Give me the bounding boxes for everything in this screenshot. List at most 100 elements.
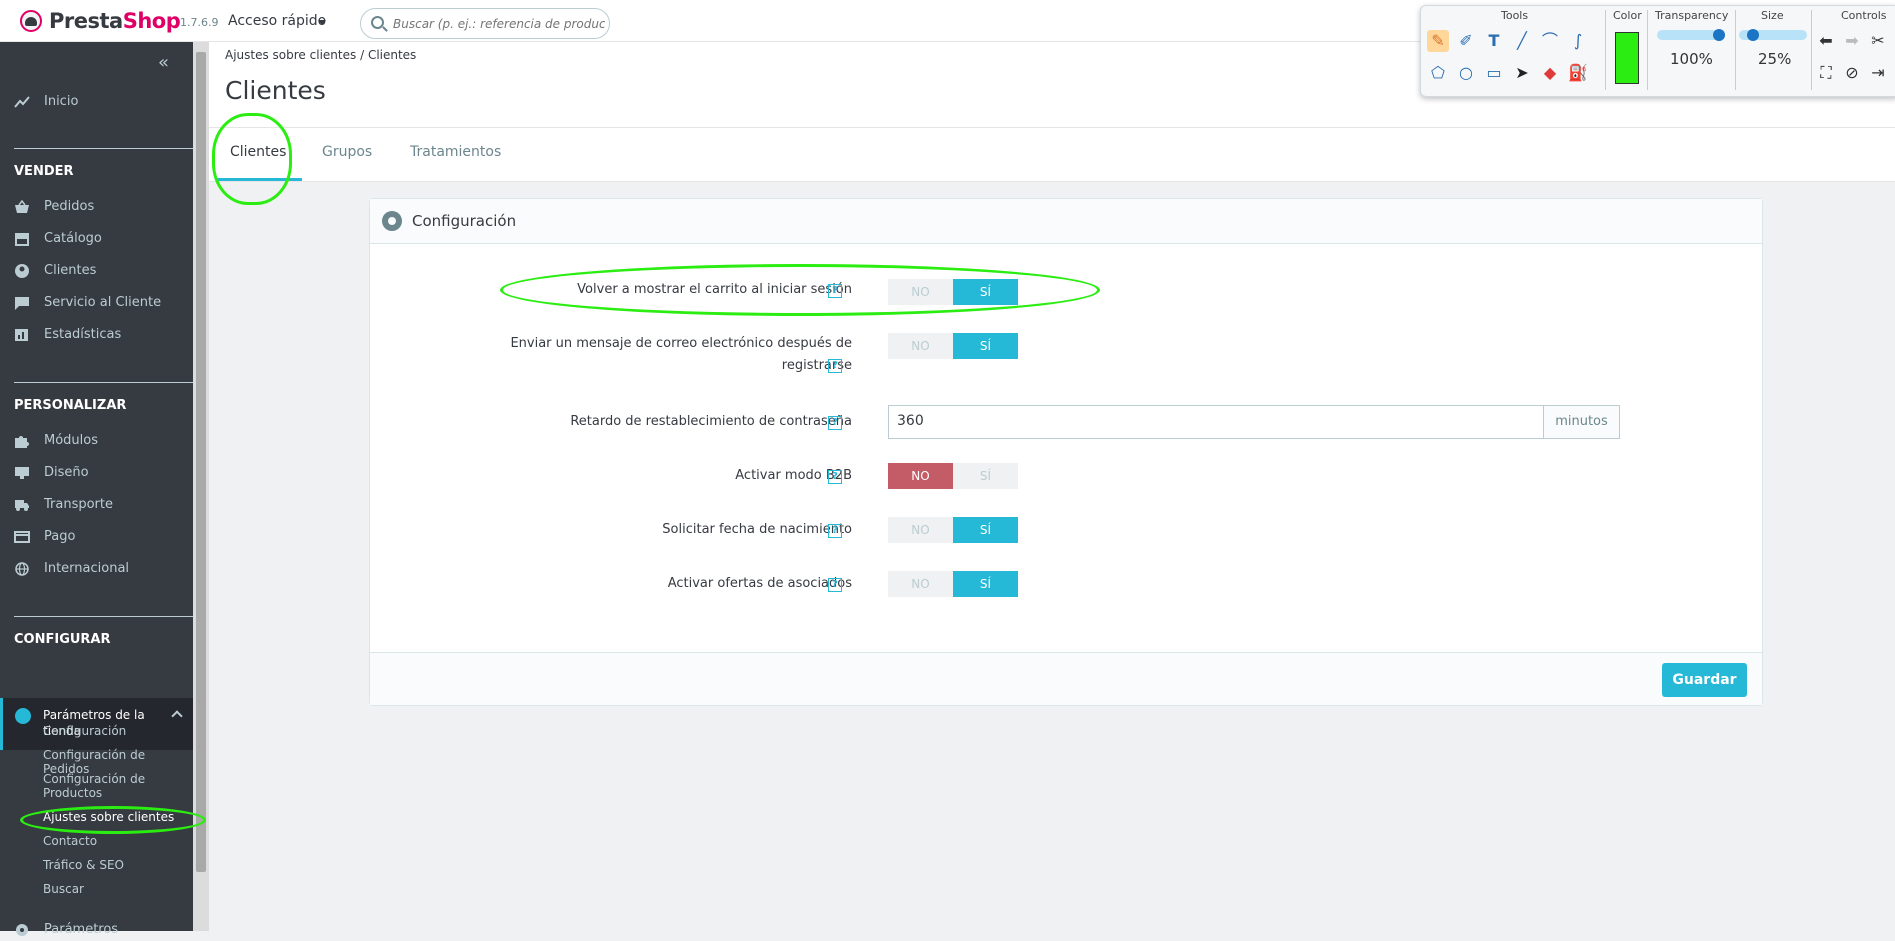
help-icon[interactable]: ? xyxy=(828,524,842,538)
help-icon[interactable]: ? xyxy=(828,359,842,373)
search-icon[interactable] xyxy=(371,16,384,29)
chevron-up-icon[interactable] xyxy=(171,710,183,722)
fill-icon[interactable]: ⛽ xyxy=(1567,62,1589,84)
sidebar-item-catalogo[interactable]: Catálogo xyxy=(14,231,102,246)
caret-down-icon[interactable] xyxy=(318,20,326,25)
screenshot-icon[interactable]: ⛶ xyxy=(1815,62,1837,84)
field-label-wrap: Enviar un mensaje de correo electrónico … xyxy=(370,333,852,377)
sidebar-item-label: Catálogo xyxy=(44,231,102,246)
sidebar-subitem-contacto[interactable]: Contacto xyxy=(43,834,97,848)
toggle-no[interactable]: NO xyxy=(888,571,953,597)
undo-icon[interactable]: ⬅ xyxy=(1815,30,1837,52)
sidebar-item-pedidos[interactable]: Pedidos xyxy=(14,199,94,214)
redo-icon[interactable]: ➡ xyxy=(1841,30,1863,52)
logo-presta: Presta xyxy=(49,9,123,33)
bar-chart-icon xyxy=(14,328,30,342)
sidebar-subitem-trafico-seo[interactable]: Tráfico & SEO xyxy=(43,858,124,872)
slider-knob[interactable] xyxy=(1747,29,1759,41)
sidebar-subitem-config-productos[interactable]: Configuración de Productos xyxy=(43,772,145,800)
divider xyxy=(1735,10,1736,90)
toggle-no[interactable]: NO xyxy=(888,333,953,359)
toggle-b2b[interactable]: NO SÍ xyxy=(888,463,1018,489)
prestashop-logo-icon[interactable] xyxy=(20,10,42,32)
slider-knob[interactable] xyxy=(1713,29,1725,41)
breadcrumb-separator: / xyxy=(360,48,365,62)
collapse-sidebar-icon[interactable]: « xyxy=(158,52,169,73)
sidebar-item-parametros[interactable]: Parámetros xyxy=(14,922,118,937)
text-icon[interactable]: T xyxy=(1483,30,1505,52)
help-icon[interactable]: ? xyxy=(828,470,842,484)
divider xyxy=(1811,10,1812,90)
sidebar-subitem-configuracion[interactable]: Configuración xyxy=(43,724,126,738)
truck-icon xyxy=(14,498,30,512)
rectangle-icon[interactable]: ▭ xyxy=(1483,62,1505,84)
toggle-send-email[interactable]: NO SÍ xyxy=(888,333,1018,359)
sidebar-scrollbar[interactable] xyxy=(193,42,209,931)
logo-text[interactable]: PrestaShop xyxy=(49,9,181,33)
color-swatch[interactable] xyxy=(1615,32,1639,84)
user-circle-icon xyxy=(14,263,30,278)
quick-access-dropdown[interactable]: Acceso rápido xyxy=(228,13,326,29)
field-label-wrap: Activar modo B2B xyxy=(370,465,852,487)
toggle-birthday[interactable]: NO SÍ xyxy=(888,517,1018,543)
field-label: Solicitar fecha de nacimiento xyxy=(662,522,852,537)
toggle-partner-offers[interactable]: NO SÍ xyxy=(888,571,1018,597)
sidebar-item-modulos[interactable]: Módulos xyxy=(14,433,98,448)
transparency-slider[interactable] xyxy=(1657,29,1725,41)
pencil-icon[interactable]: ✎ xyxy=(1427,30,1449,52)
breadcrumb-parent[interactable]: Ajustes sobre clientes xyxy=(225,48,356,62)
search-box[interactable] xyxy=(360,8,610,39)
help-icon[interactable]: ? xyxy=(828,578,842,592)
sidebar-item-diseno[interactable]: Diseño xyxy=(14,465,89,480)
sidebar-heading-personalizar: PERSONALIZAR xyxy=(14,398,127,413)
sidebar-item-pago[interactable]: Pago xyxy=(14,529,75,544)
toggle-yes[interactable]: SÍ xyxy=(953,517,1018,543)
clear-icon[interactable]: ✂ xyxy=(1867,30,1889,52)
password-delay-input[interactable]: 360 xyxy=(888,405,1544,439)
sidebar-item-label: Estadísticas xyxy=(44,327,122,342)
marker-icon[interactable]: ✐ xyxy=(1455,30,1477,52)
tab-grupos[interactable]: Grupos xyxy=(322,144,372,160)
panel-header: Configuración xyxy=(370,199,1762,244)
sidebar-item-label: Diseño xyxy=(44,465,89,480)
sidebar-item-internacional[interactable]: Internacional xyxy=(14,561,129,576)
size-slider[interactable] xyxy=(1739,29,1807,41)
highlight-tab-circle xyxy=(212,113,292,205)
save-button[interactable]: Guardar xyxy=(1662,663,1747,697)
tab-tratamientos[interactable]: Tratamientos xyxy=(410,144,501,160)
polygon-icon[interactable]: ⬠ xyxy=(1427,62,1449,84)
annotation-toolbox: Tools Color Transparency Size Controls ✎… xyxy=(1420,5,1895,97)
sidebar-subitem-buscar[interactable]: Buscar xyxy=(43,882,84,896)
sidebar-item-clientes[interactable]: Clientes xyxy=(14,263,96,278)
toggle-yes[interactable]: SÍ xyxy=(953,571,1018,597)
sidebar-item-transporte[interactable]: Transporte xyxy=(14,497,113,512)
curve-icon[interactable]: ⌒ xyxy=(1539,30,1561,52)
exit-icon[interactable]: ⇥ xyxy=(1867,62,1889,84)
transparency-value: 100% xyxy=(1670,50,1713,68)
gear-icon xyxy=(382,211,402,231)
label-line-2: Productos xyxy=(43,786,103,800)
toggle-no[interactable]: NO xyxy=(888,463,953,489)
sidebar-item-inicio[interactable]: Inicio xyxy=(14,94,78,109)
puzzle-icon xyxy=(14,434,30,448)
eraser-icon[interactable]: ◆ xyxy=(1539,62,1561,84)
sidebar-item-label: Internacional xyxy=(44,561,130,576)
panel-footer: Guardar xyxy=(370,652,1762,705)
highlight-field-ellipse xyxy=(500,264,1100,316)
help-icon[interactable]: ? xyxy=(828,416,842,430)
hide-icon[interactable]: ⊘ xyxy=(1841,62,1863,84)
sidebar-item-estadisticas[interactable]: Estadísticas xyxy=(14,327,121,342)
line-icon[interactable]: ╱ xyxy=(1511,30,1533,52)
field-label: Activar ofertas de asociados xyxy=(667,576,852,591)
freehand-icon[interactable]: ∫ xyxy=(1567,30,1589,52)
size-value: 25% xyxy=(1758,50,1792,68)
search-input[interactable] xyxy=(393,15,605,33)
scrollbar-thumb[interactable] xyxy=(196,52,206,872)
card-icon xyxy=(14,530,30,544)
sidebar-item-servicio[interactable]: Servicio al Cliente xyxy=(14,295,161,310)
toggle-yes[interactable]: SÍ xyxy=(953,333,1018,359)
toggle-no[interactable]: NO xyxy=(888,517,953,543)
circle-icon[interactable]: ○ xyxy=(1455,62,1477,84)
pointer-icon[interactable]: ➤ xyxy=(1511,62,1533,84)
toggle-yes[interactable]: SÍ xyxy=(953,463,1018,489)
